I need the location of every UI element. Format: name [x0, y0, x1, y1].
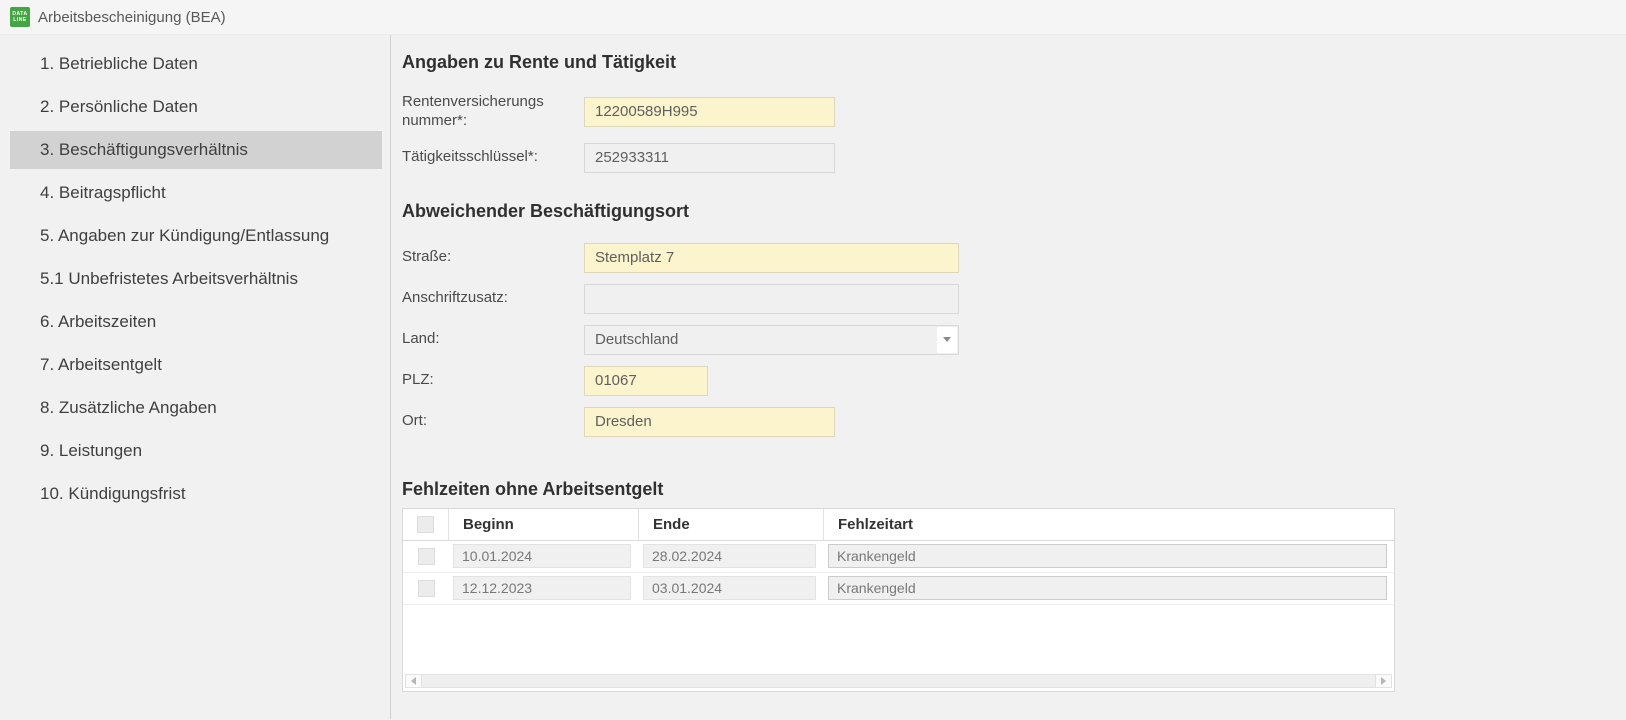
fehlzeiten-table-header: Beginn Ende Fehlzeitart [403, 508, 1394, 541]
scroll-right-icon [1381, 676, 1386, 685]
form-row-rentenversicherungsnummer: Rentenversicherungs nummer*: [402, 93, 1626, 131]
fehlzeitart-cell: Krankengeld [824, 541, 1394, 572]
form-row-plz: PLZ: [402, 365, 1626, 396]
land-selected-value: Deutschland [595, 331, 679, 348]
sidebar-item-beschaeftigungsverhaeltnis[interactable]: 3. Beschäftigungsverhältnis [10, 131, 382, 169]
beginn-value[interactable]: 10.01.2024 [453, 544, 631, 568]
beginn-cell: 12.12.2023 [449, 573, 639, 604]
section-heading-fehlzeiten: Fehlzeiten ohne Arbeitsentgelt [402, 478, 664, 499]
sidebar-item-beitragspflicht[interactable]: 4. Beitragspflicht [10, 174, 382, 212]
form-row-anschriftzusatz: Anschriftzusatz: [402, 283, 1626, 314]
sidebar-item-betriebliche-daten[interactable]: 1. Betriebliche Daten [10, 45, 382, 83]
ort-label: Ort: [402, 412, 427, 430]
ende-cell: 28.02.2024 [639, 541, 824, 572]
scroll-left-icon [411, 676, 416, 685]
select-all-checkbox[interactable] [417, 515, 434, 533]
sidebar-item-persoenliche-daten[interactable]: 2. Persönliche Daten [10, 88, 382, 126]
table-row: 12.12.2023 03.01.2024 Krankengeld [403, 573, 1394, 605]
row-checkbox[interactable] [417, 547, 435, 565]
sidebar-item-kuendigung-entlassung[interactable]: 5. Angaben zur Kündigung/Entlassung [10, 217, 382, 255]
taetigkeitsschluessel-label: Tätigkeitsschlüssel*: [402, 148, 538, 166]
app-logo-icon: DATA LINE [10, 7, 30, 27]
table-empty-area [403, 605, 1394, 674]
beginn-cell: 10.01.2024 [449, 541, 639, 572]
form-row-strasse: Straße: [402, 242, 1626, 273]
sidebar-item-zusaetzliche-angaben[interactable]: 8. Zusätzliche Angaben [10, 389, 382, 427]
chevron-down-icon [943, 337, 951, 342]
app-body: 1. Betriebliche Daten 2. Persönliche Dat… [0, 35, 1626, 719]
ende-value[interactable]: 28.02.2024 [643, 544, 816, 568]
sidebar-item-arbeitszeiten[interactable]: 6. Arbeitszeiten [10, 303, 382, 341]
plz-label: PLZ: [402, 371, 434, 389]
fehlzeitart-value[interactable]: Krankengeld [828, 544, 1387, 568]
sidebar-item-leistungen[interactable]: 9. Leistungen [10, 432, 382, 470]
land-dropdown-button[interactable] [937, 326, 957, 353]
row-checkbox-cell [403, 573, 449, 604]
land-combobox[interactable]: Deutschland [584, 324, 959, 355]
title-bar: DATA LINE Arbeitsbescheinigung (BEA) [0, 0, 1626, 35]
strasse-label: Straße: [402, 248, 452, 266]
table-row: 10.01.2024 28.02.2024 Krankengeld [403, 541, 1394, 573]
form-row-taetigkeitsschluessel: Tätigkeitsschlüssel*: [402, 142, 1626, 173]
section-heading-beschaeftigungsort: Abweichender Beschäftigungsort [402, 200, 690, 221]
sidebar-item-unbefristetes-arbeitsverhaeltnis[interactable]: 5.1 Unbefristetes Arbeitsverhältnis [10, 260, 382, 298]
rentenversicherungsnummer-label: Rentenversicherungs nummer*: [402, 93, 544, 129]
sidebar-item-arbeitsentgelt[interactable]: 7. Arbeitsentgelt [10, 346, 382, 384]
row-checkbox[interactable] [417, 579, 435, 597]
row-checkbox-cell [403, 541, 449, 572]
form-row-ort: Ort: [402, 406, 1626, 437]
horizontal-scrollbar[interactable] [405, 673, 1392, 688]
ende-cell: 03.01.2024 [639, 573, 824, 604]
header-checkbox-cell [403, 508, 449, 540]
anschriftzusatz-label: Anschriftzusatz: [402, 289, 508, 307]
scroll-right-button[interactable] [1375, 674, 1391, 687]
form-row-land: Land: Deutschland [402, 324, 1626, 355]
strasse-input[interactable] [584, 242, 959, 273]
column-header-ende: Ende [639, 508, 824, 540]
plz-input[interactable] [584, 365, 708, 396]
scroll-left-button[interactable] [406, 674, 422, 687]
logo-text-bottom: LINE [13, 17, 27, 23]
rentenversicherungsnummer-input[interactable] [584, 96, 835, 127]
anschriftzusatz-input[interactable] [584, 283, 959, 314]
form-content: Angaben zu Rente und Tätigkeit Rentenver… [391, 35, 1626, 719]
ende-value[interactable]: 03.01.2024 [643, 576, 816, 600]
fehlzeitart-cell: Krankengeld [824, 573, 1394, 604]
taetigkeitsschluessel-input[interactable] [584, 142, 835, 173]
fehlzeiten-table: Beginn Ende Fehlzeitart 10.01.2024 28.02… [402, 507, 1395, 692]
beginn-value[interactable]: 12.12.2023 [453, 576, 631, 600]
ort-input[interactable] [584, 406, 835, 437]
column-header-fehlzeitart: Fehlzeitart [838, 515, 914, 533]
land-label: Land: [402, 330, 440, 348]
window-title: Arbeitsbescheinigung (BEA) [38, 8, 226, 26]
sidebar-navigation: 1. Betriebliche Daten 2. Persönliche Dat… [0, 35, 391, 719]
scrollbar-track[interactable] [422, 675, 1375, 687]
sidebar-item-kuendigungsfrist[interactable]: 10. Kündigungsfrist [10, 475, 382, 513]
fehlzeitart-value[interactable]: Krankengeld [828, 576, 1387, 600]
section-heading-rente: Angaben zu Rente und Tätigkeit [402, 52, 677, 72]
column-header-beginn: Beginn [449, 508, 639, 540]
